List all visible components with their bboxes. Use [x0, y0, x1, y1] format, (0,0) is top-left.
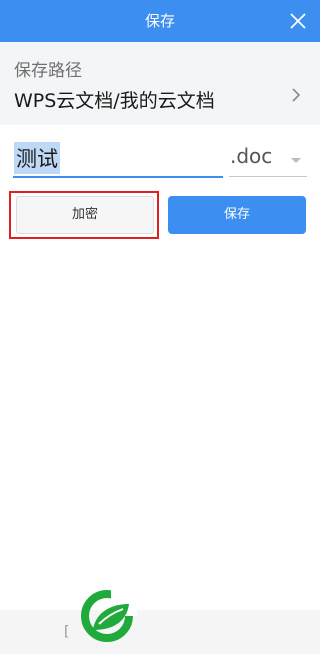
- encrypt-button[interactable]: 加密: [16, 196, 154, 234]
- chevron-right-icon: [292, 88, 301, 102]
- save-path-value: WPS云文档/我的云文档: [14, 90, 215, 112]
- save-button[interactable]: 保存: [168, 196, 306, 234]
- partial-bracket: [: [64, 624, 70, 640]
- filename-text: 测试: [14, 142, 60, 174]
- extension-value: .doc: [230, 144, 273, 168]
- leaf-logo-icon: [81, 590, 137, 642]
- close-icon: [290, 13, 306, 29]
- caret-down-icon: [291, 158, 301, 163]
- extension-select[interactable]: .doc: [229, 138, 307, 177]
- bottom-bar: [0, 610, 320, 654]
- save-path-label: 保存路径: [14, 61, 82, 81]
- save-path-row[interactable]: 保存路径 WPS云文档/我的云文档: [0, 42, 320, 125]
- dialog-title: 保存: [144, 12, 175, 30]
- close-button[interactable]: [288, 11, 308, 31]
- filename-input[interactable]: 测试: [13, 138, 223, 178]
